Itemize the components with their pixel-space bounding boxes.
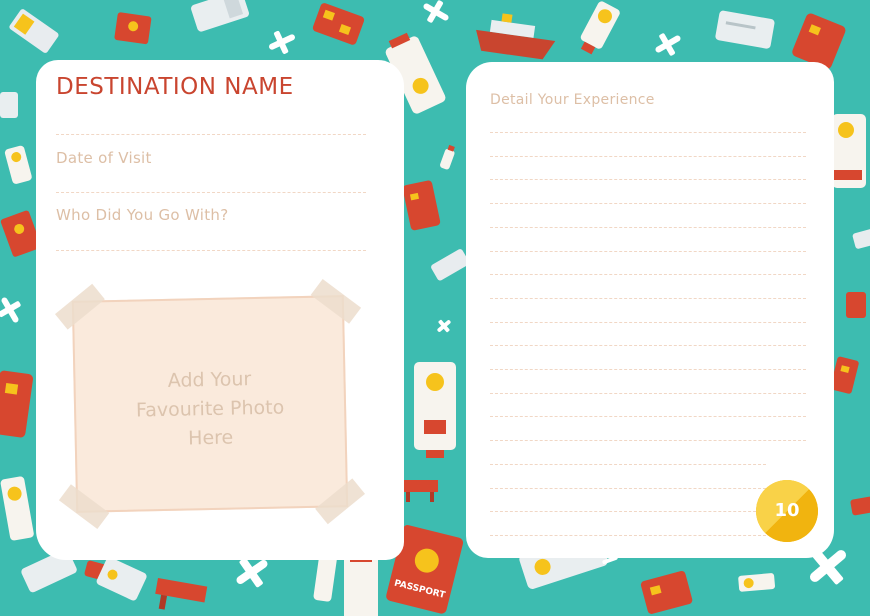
suitcase-icon [640,570,693,614]
experience-label: Detail Your Experience [490,92,655,108]
passport-icon [114,12,152,45]
experience-line[interactable] [490,297,806,299]
experience-line[interactable] [490,392,806,394]
date-of-visit-line[interactable] [56,192,366,193]
ticket-icon [0,92,18,118]
airplane-icon [0,297,21,323]
experience-line[interactable] [490,226,806,228]
experience-line[interactable] [490,155,806,157]
photo-tape [310,278,362,324]
bench-icon [155,578,208,610]
ship-icon [476,13,556,60]
sunscreen-icon [580,1,620,55]
airplane-icon [269,30,295,54]
suitcase-icon [402,180,441,231]
sunscreen-icon [440,144,455,170]
airplane-icon [437,319,451,333]
photo-placeholder[interactable]: Add Your Favourite Photo Here [55,278,365,530]
experience-line[interactable] [490,534,766,536]
luggage-tag-icon [431,249,470,281]
page-number: 10 [774,500,800,521]
companion-label: Who Did You Go With? [56,206,229,224]
destination-name-line[interactable] [56,134,366,135]
suitcase-icon [312,3,365,45]
page-number-badge: 10 [756,480,818,542]
experience-line[interactable] [490,321,806,323]
sunscreen-icon [344,552,378,616]
experience-line[interactable] [490,250,806,252]
suitcase-icon [850,496,870,516]
experience-line[interactable] [490,369,806,370]
companion-line[interactable] [56,250,366,251]
luggage-tag-icon [852,228,870,249]
ticket-icon [191,0,249,32]
passport-icon [846,292,866,318]
ticket-icon [715,10,775,49]
experience-line[interactable] [490,463,766,465]
bench-icon [402,480,438,502]
sunscreen-icon [4,145,32,184]
experience-line[interactable] [490,132,806,133]
experience-line[interactable] [490,511,766,513]
experience-line[interactable] [490,203,806,205]
photo-tape [315,478,365,525]
experience-line[interactable] [490,345,806,347]
sunscreen-icon [414,362,456,458]
experience-line[interactable] [490,416,806,418]
sunscreen-icon [832,114,866,188]
left-journal-page: DESTINATION NAME Date of Visit Who Did Y… [36,60,404,560]
date-of-visit-label: Date of Visit [56,149,152,167]
photo-placeholder-line: Here [187,426,234,450]
luggage-tag-icon [9,9,59,53]
destination-name-heading[interactable]: DESTINATION NAME [56,74,294,100]
airplane-icon [423,0,449,23]
right-journal-page: Detail Your Experience 10 [466,62,834,558]
ticket-icon [96,557,147,601]
photo-tape [58,484,110,530]
photo-placeholder-text: Add Your Favourite Photo Here [75,363,345,456]
airplane-icon [655,33,681,56]
experience-line[interactable] [490,274,806,276]
experience-line[interactable] [490,440,806,442]
suitcase-icon [0,370,34,438]
sunscreen-icon [738,573,776,592]
sunscreen-icon [0,476,34,541]
suitcase-icon [830,356,859,394]
photo-tape [55,283,105,330]
experience-line[interactable] [490,179,806,181]
experience-line[interactable] [490,487,766,489]
